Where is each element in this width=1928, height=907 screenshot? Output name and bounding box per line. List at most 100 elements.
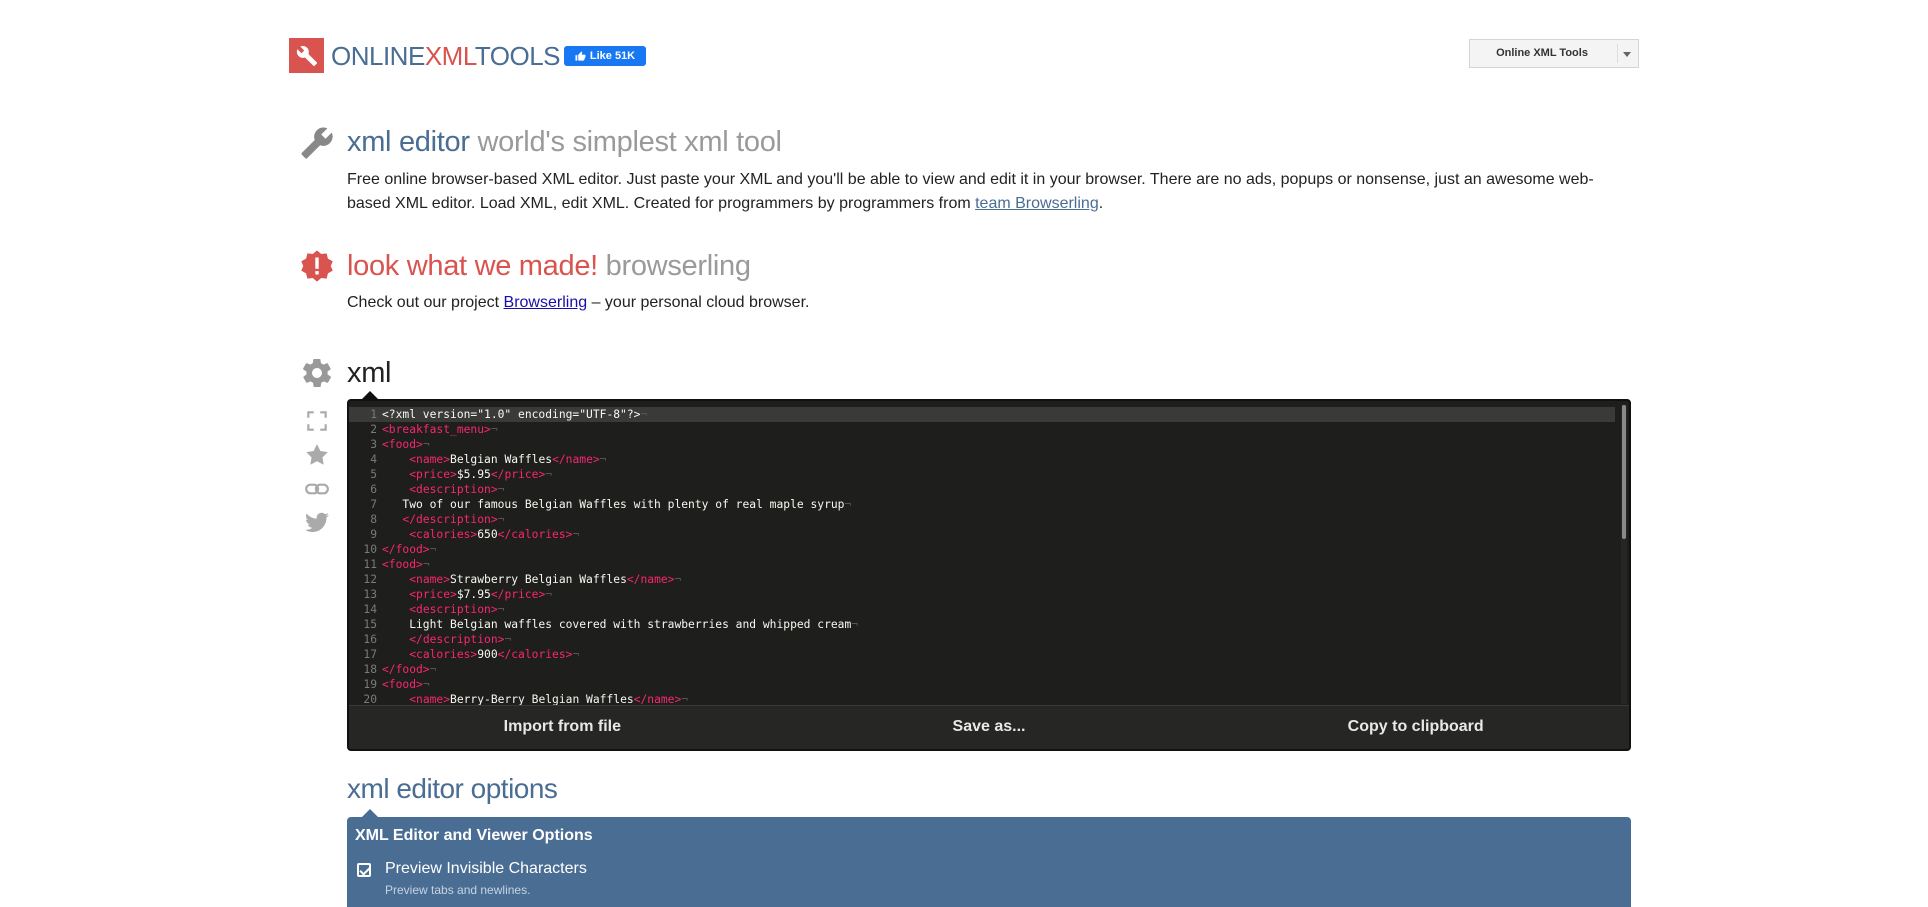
team-browserling-link[interactable]: team Browserling (975, 195, 1099, 212)
xml-title: xml (347, 357, 392, 389)
line-number: 11 (363, 558, 377, 571)
code-line[interactable]: 2 <breakfast_menu>¬ (349, 422, 1615, 437)
line-number: 17 (363, 648, 377, 661)
line-content: <?xml version="1.0" encoding="UTF-8"?>¬ (382, 408, 648, 421)
wrench-icon (296, 45, 317, 66)
code-line[interactable]: 14 <description>¬ (349, 602, 1615, 617)
code-line[interactable]: 18 </food>¬ (349, 662, 1615, 677)
line-content: </food>¬ (382, 543, 437, 556)
line-content: <food>¬ (382, 558, 430, 571)
preview-invisible-checkbox[interactable] (357, 863, 371, 877)
code-line[interactable]: 6 <description>¬ (349, 482, 1615, 497)
line-number: 16 (363, 633, 377, 646)
code-line[interactable]: 10 </food>¬ (349, 542, 1615, 557)
line-content: <food>¬ (382, 438, 430, 451)
line-number: 14 (363, 603, 377, 616)
line-number: 4 (370, 453, 377, 466)
star-icon[interactable] (304, 442, 330, 468)
code-line[interactable]: 3 <food>¬ (349, 437, 1615, 452)
intro-text-end: . (1098, 195, 1104, 212)
promo-title-sub: browserling (605, 250, 751, 282)
dropdown-divider (1617, 44, 1618, 63)
code-line[interactable]: 17 <calories>900</calories>¬ (349, 647, 1615, 662)
line-content: <price>$5.95</price>¬ (409, 468, 553, 481)
line-number: 15 (363, 618, 377, 631)
line-content: <name>Belgian Waffles</name>¬ (409, 453, 607, 466)
code-line[interactable]: 11 <food>¬ (349, 557, 1615, 572)
logo-part-xml: XML (424, 41, 476, 71)
line-content: <food>¬ (382, 678, 430, 691)
import-from-file-button[interactable]: Import from file (349, 706, 776, 749)
line-content: </description>¬ (402, 513, 505, 526)
code-line[interactable]: 16 </description>¬ (349, 632, 1615, 647)
facebook-like-button[interactable]: Like 51K (564, 46, 646, 66)
line-content: Two of our famous Belgian Waffles with p… (382, 498, 852, 511)
options-pointer (362, 809, 378, 817)
options-title: xml editor options (347, 773, 558, 804)
code-line[interactable]: 15 Light Belgian waffles covered with st… (349, 617, 1615, 632)
checkmark-icon (359, 864, 371, 876)
facebook-like-label: Like 51K (589, 50, 636, 62)
line-number: 7 (370, 498, 377, 511)
intro-text: Free online browser-based XML editor. Ju… (347, 171, 1594, 212)
code-line[interactable]: 19 <food>¬ (349, 677, 1615, 692)
thumbs-up-icon (575, 50, 586, 61)
intro-description: Free online browser-based XML editor. Ju… (347, 168, 1637, 216)
line-content: Light Belgian waffles covered with straw… (382, 618, 859, 631)
line-number: 9 (370, 528, 377, 541)
browserling-link[interactable]: Browserling (504, 294, 588, 311)
fullscreen-icon[interactable] (304, 408, 330, 434)
line-content: <breakfast_menu>¬ (382, 423, 498, 436)
logo-icon[interactable] (289, 38, 324, 73)
alert-icon (301, 250, 333, 282)
promo-text: Check out our project (347, 294, 504, 311)
xml-editor[interactable]: 1 <?xml version="1.0" encoding="UTF-8"?>¬… (347, 399, 1631, 751)
line-content: <description>¬ (409, 483, 505, 496)
line-number: 6 (370, 483, 377, 496)
code-line[interactable]: 1 <?xml version="1.0" encoding="UTF-8"?>¬ (349, 407, 1615, 422)
promo-title: look what we made! browserling (347, 249, 751, 283)
preview-invisible-label[interactable]: Preview Invisible Characters (385, 860, 587, 878)
code-line[interactable]: 12 <name>Strawberry Belgian Waffles</nam… (349, 572, 1615, 587)
line-content: <description>¬ (409, 603, 505, 616)
logo-part-online: ONLINE (331, 41, 425, 71)
preview-invisible-description: Preview tabs and newlines. (385, 883, 531, 897)
chevron-down-icon (1623, 52, 1631, 57)
line-content: </description>¬ (409, 633, 512, 646)
line-content: <calories>900</calories>¬ (409, 648, 580, 661)
code-line[interactable]: 5 <price>$5.95</price>¬ (349, 467, 1615, 482)
line-number: 19 (363, 678, 377, 691)
options-panel-title: XML Editor and Viewer Options (355, 827, 593, 844)
gear-icon[interactable] (300, 356, 334, 390)
site-logo-text[interactable]: ONLINEXMLTOOLS (331, 40, 561, 72)
line-number: 5 (370, 468, 377, 481)
line-number: 12 (363, 573, 377, 586)
options-panel: XML Editor and Viewer Options Preview In… (347, 817, 1631, 907)
page-title-sub: world's simplest xml tool (477, 126, 782, 158)
code-line[interactable]: 7 Two of our famous Belgian Waffles with… (349, 497, 1615, 512)
link-icon[interactable] (304, 476, 330, 502)
logo-part-tools: TOOLS (474, 41, 561, 71)
line-number: 18 (363, 663, 377, 676)
code-line[interactable]: 4 <name>Belgian Waffles</name>¬ (349, 452, 1615, 467)
line-number: 8 (370, 513, 377, 526)
page-title: xml editor world's simplest xml tool (347, 125, 782, 159)
copy-to-clipboard-button[interactable]: Copy to clipboard (1202, 706, 1629, 749)
xml-section-title: xml (347, 356, 392, 390)
tools-dropdown[interactable]: Online XML Tools (1469, 39, 1639, 68)
page-title-main: xml editor (347, 126, 470, 158)
code-line[interactable]: 13 <price>$7.95</price>¬ (349, 587, 1615, 602)
promo-text-end: – your personal cloud browser. (587, 294, 810, 311)
promo-title-main: look what we made! (347, 250, 598, 282)
line-content: <calories>650</calories>¬ (409, 528, 580, 541)
editor-pointer (362, 391, 378, 399)
code-line[interactable]: 9 <calories>650</calories>¬ (349, 527, 1615, 542)
tools-dropdown-label: Online XML Tools (1496, 47, 1588, 59)
code-area[interactable]: 1 <?xml version="1.0" encoding="UTF-8"?>¬… (349, 407, 1615, 707)
save-as-button[interactable]: Save as... (776, 706, 1203, 749)
twitter-icon[interactable] (304, 510, 330, 536)
editor-actions: Import from file Save as... Copy to clip… (349, 705, 1629, 749)
scrollbar-thumb[interactable] (1622, 405, 1626, 539)
line-content: </food>¬ (382, 663, 437, 676)
code-line[interactable]: 8 </description>¬ (349, 512, 1615, 527)
